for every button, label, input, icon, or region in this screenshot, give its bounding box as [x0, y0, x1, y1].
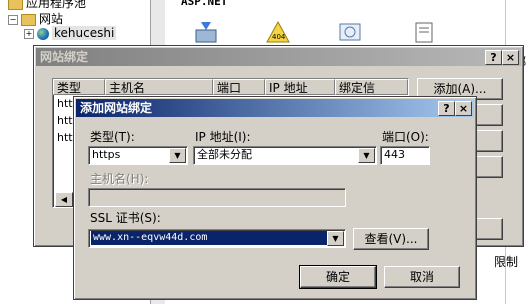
- site-bindings-titlebar[interactable]: 网站绑定 ? ×: [36, 48, 521, 66]
- table-row[interactable]: htt: [57, 114, 73, 127]
- cancel-button[interactable]: 取消: [384, 266, 460, 288]
- ip-address-label: IP 地址(I):: [195, 130, 251, 144]
- tree-item-sites[interactable]: − 网站: [8, 10, 63, 27]
- ip-address-select[interactable]: 全部未分配 ▼: [193, 146, 377, 165]
- ssl-certificate-label: SSL 证书(S):: [90, 211, 161, 225]
- column-type[interactable]: 类型: [53, 79, 105, 95]
- add-site-binding-dialog: 添加网站绑定 ? × 类型(T): https ▼ IP 地址(I): 全部未分…: [73, 96, 477, 300]
- add-binding-titlebar[interactable]: 添加网站绑定 ? ×: [76, 99, 474, 117]
- column-ip[interactable]: IP 地址: [265, 79, 335, 95]
- chevron-down-icon[interactable]: ▼: [358, 148, 375, 163]
- error-pages-icon[interactable]: 404: [265, 20, 291, 44]
- compression-icon[interactable]: [193, 20, 219, 44]
- ssl-certificate-select[interactable]: www.xn--eqvw44d.com ▼: [88, 229, 346, 248]
- limits-label: 限制: [494, 255, 519, 269]
- type-select[interactable]: https ▼: [88, 146, 188, 165]
- help-button[interactable]: ?: [485, 50, 502, 65]
- app-pool-icon: [8, 0, 23, 10]
- collapse-icon[interactable]: −: [8, 14, 18, 25]
- help-button[interactable]: ?: [438, 101, 455, 116]
- chevron-down-icon[interactable]: ▼: [327, 231, 344, 246]
- hostname-label: 主机名(H):: [90, 172, 149, 186]
- port-input[interactable]: 443: [380, 146, 430, 165]
- table-row[interactable]: htt: [57, 97, 73, 110]
- column-hostname[interactable]: 主机名: [105, 79, 213, 95]
- type-label: 类型(T):: [90, 130, 135, 144]
- tree-item-kehuceshi[interactable]: + kehuceshi: [24, 26, 117, 40]
- scroll-left-icon[interactable]: ◀: [55, 192, 73, 207]
- chevron-down-icon[interactable]: ▼: [169, 148, 186, 163]
- column-port[interactable]: 端口: [213, 79, 265, 95]
- logging-icon[interactable]: [411, 20, 437, 44]
- sites-folder-icon: [21, 13, 36, 26]
- asp-net-header: ASP.NET: [181, 0, 228, 8]
- column-binding-info[interactable]: 绑定信: [335, 79, 408, 95]
- globe-icon: [37, 27, 49, 40]
- close-button[interactable]: ×: [455, 101, 472, 116]
- hostname-input[interactable]: [88, 188, 346, 207]
- handler-mappings-icon[interactable]: [337, 20, 363, 44]
- expand-icon[interactable]: +: [24, 28, 34, 39]
- port-label: 端口(O):: [382, 130, 429, 144]
- view-certificate-button[interactable]: 查看(V)...: [353, 228, 429, 250]
- ok-button[interactable]: 确定: [299, 265, 377, 289]
- close-button[interactable]: ×: [502, 50, 519, 65]
- table-row[interactable]: htt: [57, 131, 73, 144]
